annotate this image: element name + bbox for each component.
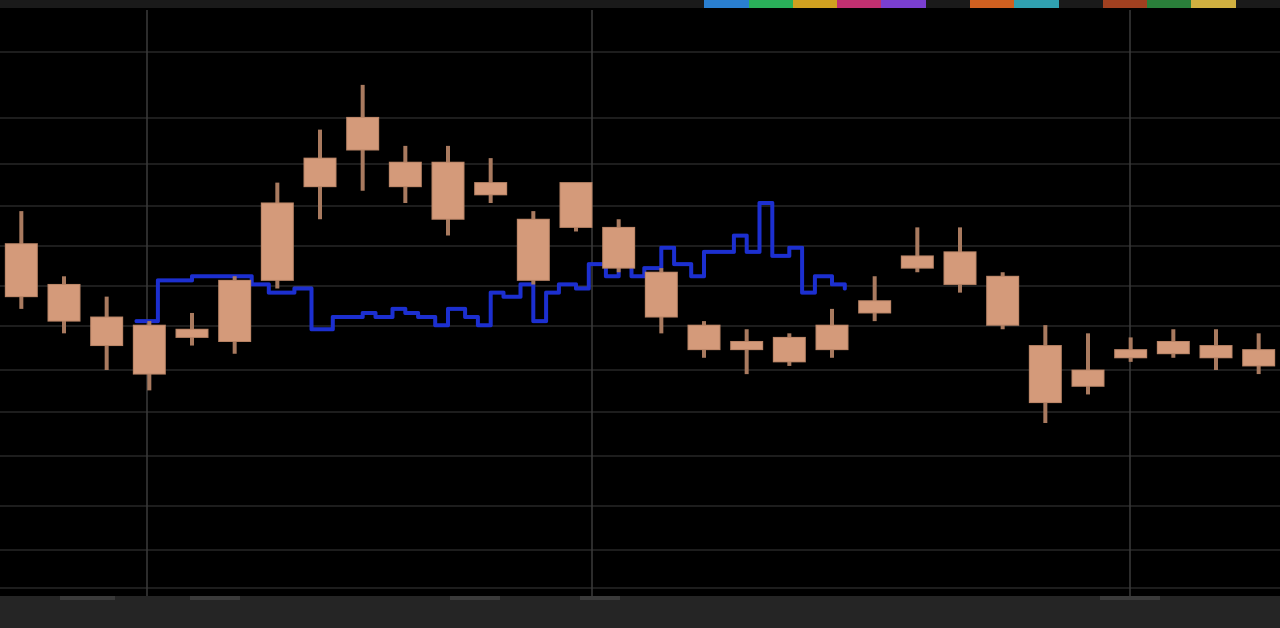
candle-body xyxy=(474,182,508,196)
candle xyxy=(858,276,892,322)
candle-body xyxy=(346,116,380,151)
candle-body xyxy=(1028,345,1062,404)
candle xyxy=(431,145,465,236)
candle xyxy=(1114,337,1148,362)
candle xyxy=(132,321,166,391)
candle xyxy=(388,145,422,203)
candle-body xyxy=(175,328,209,338)
candle xyxy=(1199,329,1233,370)
candle xyxy=(260,182,294,289)
candle-body xyxy=(687,324,721,351)
candle xyxy=(474,158,508,203)
candle xyxy=(90,296,124,370)
candle-body xyxy=(644,271,678,318)
candle-body xyxy=(1114,349,1148,359)
candle-body xyxy=(1156,340,1190,355)
candle-body xyxy=(858,300,892,314)
candle xyxy=(644,268,678,334)
candle-body xyxy=(815,324,849,351)
candle-body xyxy=(730,340,764,351)
candle-body xyxy=(1071,369,1105,387)
candle-body xyxy=(4,243,38,298)
candle xyxy=(4,211,38,309)
candle xyxy=(47,276,81,334)
candle-body xyxy=(1242,349,1276,367)
time-axis-tick xyxy=(190,596,240,600)
candle xyxy=(559,182,593,232)
candle-body xyxy=(943,251,977,285)
candle-body xyxy=(303,157,337,188)
candle-body xyxy=(516,218,550,281)
candle-body xyxy=(47,283,81,322)
time-axis-tick xyxy=(60,596,115,600)
candle xyxy=(1242,333,1276,375)
candlestick-chart xyxy=(0,10,1280,596)
candle-body xyxy=(90,316,124,347)
candle-body xyxy=(431,161,465,220)
time-axis-bar xyxy=(0,596,1280,628)
time-axis-tick xyxy=(580,596,620,600)
candle-body xyxy=(260,202,294,281)
chart-grid xyxy=(0,10,1280,596)
candle xyxy=(943,227,977,293)
candle xyxy=(1156,329,1190,358)
candle xyxy=(602,219,636,273)
candle-body xyxy=(602,226,636,269)
candle-body xyxy=(900,255,934,269)
candle xyxy=(772,333,806,366)
candle xyxy=(175,312,209,346)
candle xyxy=(346,84,380,191)
candle xyxy=(900,227,934,273)
candle xyxy=(516,211,550,285)
candle-body xyxy=(986,275,1020,326)
candle xyxy=(815,308,849,358)
candle-body xyxy=(218,279,252,342)
candle-body xyxy=(388,161,422,188)
candle xyxy=(1071,333,1105,395)
time-axis-tick xyxy=(450,596,500,600)
candle xyxy=(218,276,252,354)
time-axis-tick xyxy=(1100,596,1160,600)
candle xyxy=(730,329,764,375)
candle-body xyxy=(772,336,806,363)
candle-body xyxy=(559,182,593,228)
candle xyxy=(687,321,721,358)
candle-layer xyxy=(4,84,1276,423)
candle xyxy=(1028,325,1062,423)
candle-body xyxy=(1199,345,1233,359)
candle-body xyxy=(132,324,166,375)
candle xyxy=(986,272,1020,330)
